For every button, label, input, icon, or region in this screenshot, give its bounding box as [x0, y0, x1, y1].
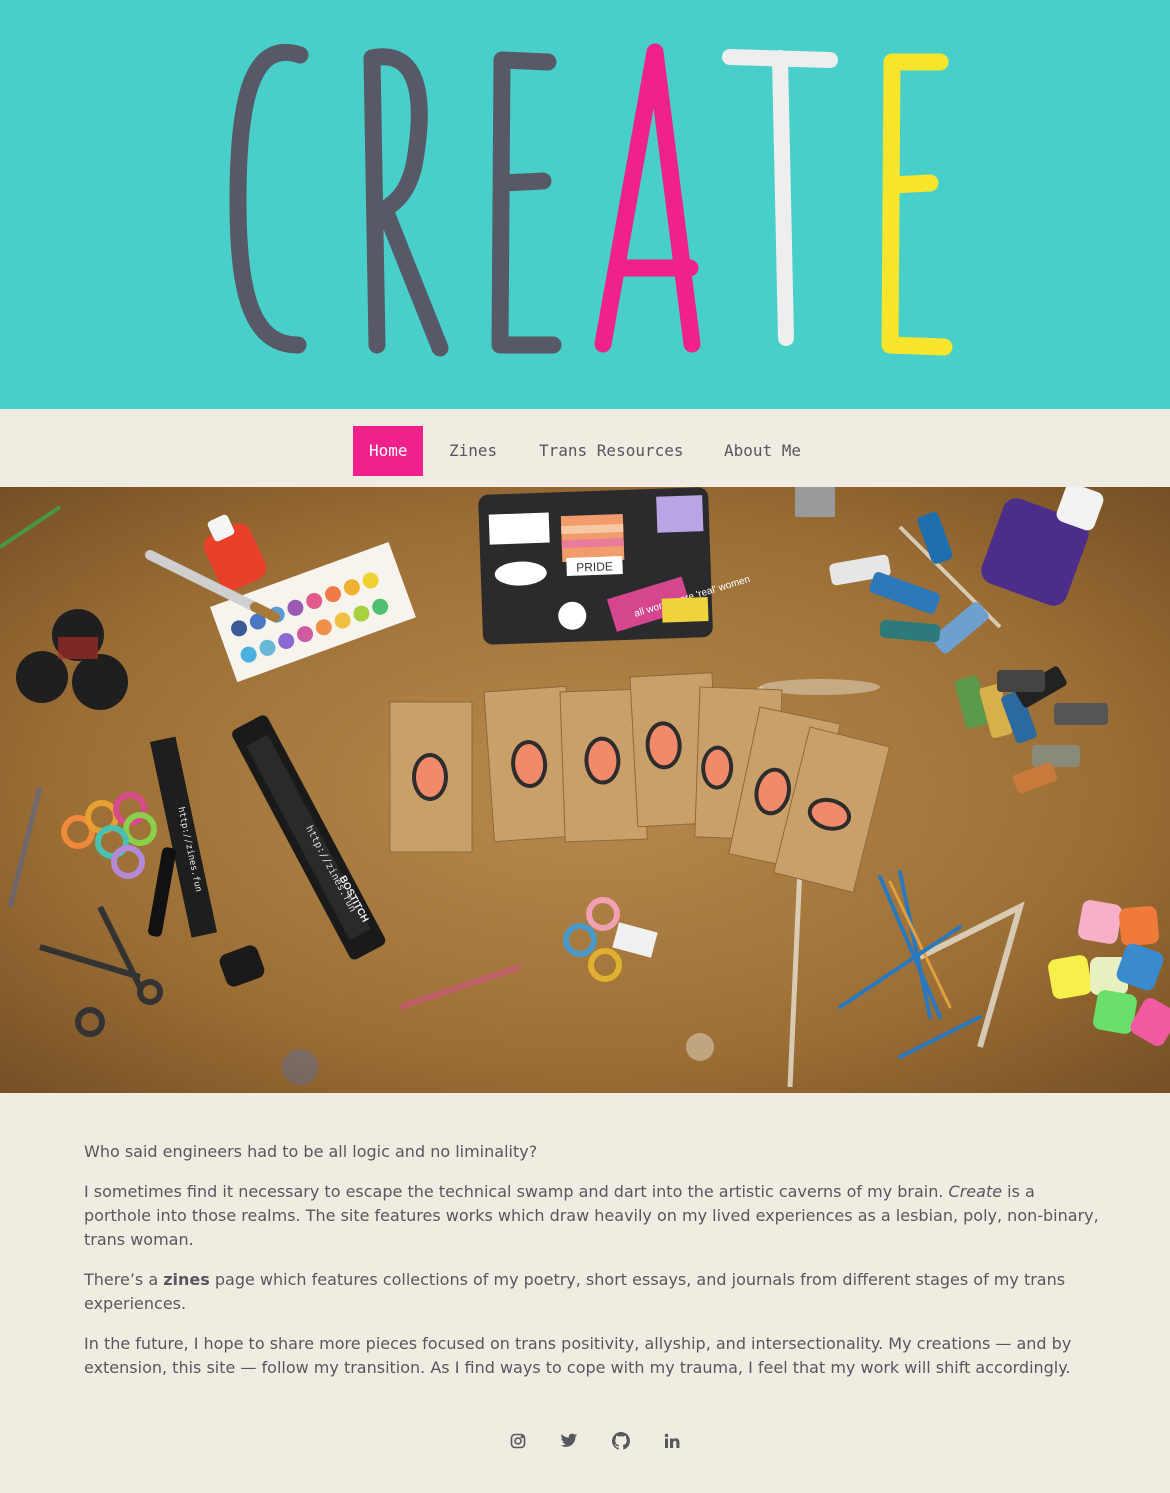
logo-letter-e [491, 51, 562, 354]
clamp [795, 487, 835, 517]
p3-text-after: page which features collections of my po… [84, 1270, 1066, 1313]
logo-letter-c [229, 43, 309, 354]
intro-text: Who said engineers had to be all logic a… [84, 1140, 1104, 1396]
p3-text-before: There’s a [84, 1270, 164, 1289]
p2-emphasis: Create [948, 1182, 1003, 1201]
intro-paragraph-1: Who said engineers had to be all logic a… [84, 1142, 538, 1161]
intro-paragraph-3: There’s a zines page which features coll… [84, 1268, 1104, 1316]
github-icon[interactable] [605, 1425, 637, 1457]
nav-about-me[interactable]: About Me [708, 426, 817, 476]
logo-letter-a [594, 43, 701, 353]
nav-home[interactable]: Home [353, 426, 423, 476]
logo-letter-t [722, 49, 838, 346]
twitter-icon[interactable] [553, 1425, 585, 1457]
intro-paragraph-4: In the future, I hope to share more piec… [84, 1334, 1072, 1377]
sticker-pride: PRIDE [576, 559, 613, 574]
logo-letter-e2 [881, 53, 953, 356]
hero-photo: PRIDE all women are 'real' women http://… [0, 487, 1170, 1093]
logo-letter-r [363, 48, 449, 357]
zines-link[interactable]: zines [163, 1270, 210, 1289]
main-nav: Home Zines Trans Resources About Me [0, 409, 1170, 487]
linkedin-icon[interactable] [656, 1425, 688, 1457]
nav-zines[interactable]: Zines [433, 426, 513, 476]
p2-text-before: I sometimes find it necessary to escape … [84, 1182, 949, 1201]
instagram-icon[interactable] [502, 1425, 534, 1457]
social-links [0, 1425, 1170, 1457]
intro-paragraph-2: I sometimes find it necessary to escape … [84, 1180, 1104, 1252]
site-banner [0, 0, 1170, 409]
nav-trans-resources[interactable]: Trans Resources [523, 426, 700, 476]
create-logo [229, 43, 953, 357]
